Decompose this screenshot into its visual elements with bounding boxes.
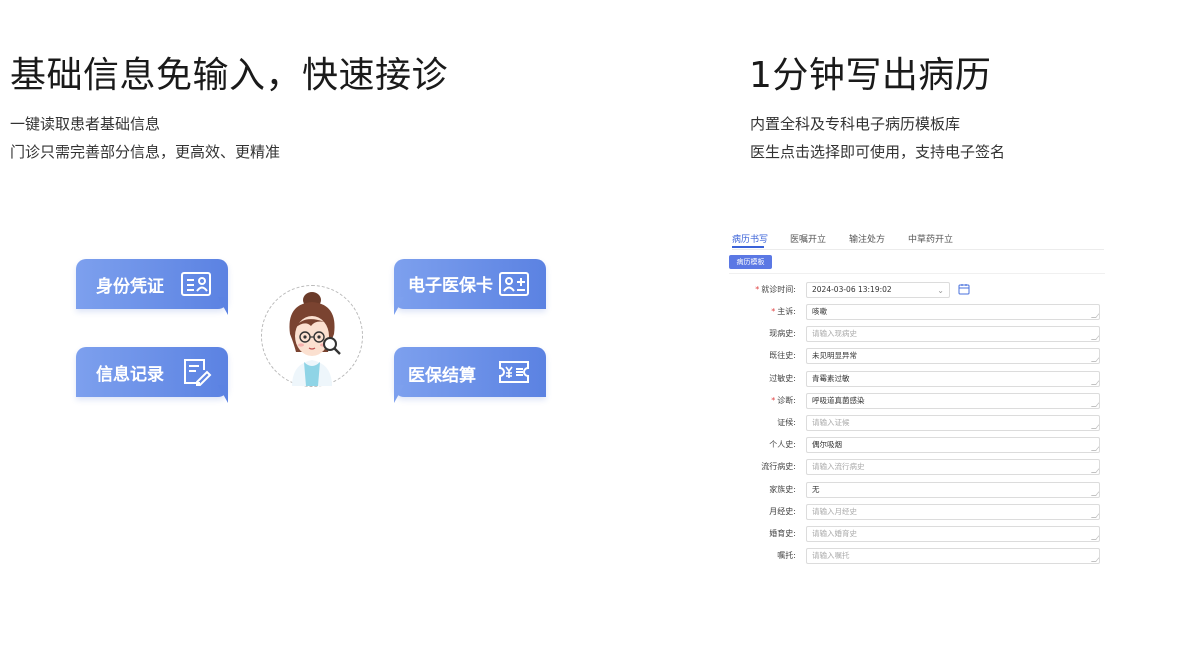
resize-grip-icon[interactable] [1090,557,1099,563]
right-desc-line-2: 医生点击选择即可使用，支持电子签名 [750,143,1006,161]
field-label: * 诊断: [771,395,796,405]
resize-grip-icon[interactable] [1090,335,1099,341]
ticket-yen-icon [498,358,530,386]
card-info-record: 信息记录 [76,347,228,405]
right-heading: 1分钟写出病历 [749,55,992,96]
field-label: 过敏史: [769,373,796,383]
active-tab-indicator [732,246,764,248]
card-label: 信息记录 [96,365,164,385]
field-label: * 主诉: [771,307,796,316]
divider [729,273,1105,274]
id-card-icon [180,270,212,298]
resize-grip-icon[interactable] [1090,512,1099,518]
doctor-illustration-icon [289,292,341,386]
field-textarea[interactable]: 请输入嘱托 [806,548,1100,565]
resize-grip-icon[interactable] [1090,357,1099,363]
field-label: 流行病史: [761,462,796,472]
visit-time-row: * 就诊时间: 2024-03-06 13:19:02 ⌄ [740,282,1102,298]
field-textarea[interactable]: 请输入婚育史 [806,526,1100,542]
record-tabs: 病历书写 医嘱开立 输注处方 中草药开立 [732,232,1104,250]
card-label: 身份凭证 [96,277,164,297]
card-e-insurance: 电子医保卡 [394,259,546,317]
insurance-card-icon [498,270,530,298]
chevron-down-icon: ⌄ [937,286,944,295]
card-label: 医保结算 [408,366,476,386]
form-row: 个人史: 偶尔吸烟 [740,437,1102,454]
form-row: 过敏史: 青霉素过敏 [740,370,1102,387]
resize-grip-icon[interactable] [1090,379,1099,385]
field-textarea[interactable]: 请输入月经史 [806,503,1100,520]
field-textarea[interactable]: 请输入流行病史 [806,459,1100,476]
left-desc-line-1: 一键读取患者基础信息 [10,115,161,133]
resize-grip-icon[interactable] [1090,424,1099,429]
tab-orders[interactable]: 医嘱开立 [790,232,826,245]
template-button[interactable]: 病历模板 [729,255,772,269]
field-textarea[interactable]: 咳嗽 [806,304,1100,320]
resize-grip-icon[interactable] [1090,490,1099,496]
field-label: 证候: [777,418,796,427]
form-row: 婚育史: 请输入婚育史 [740,526,1102,542]
right-desc-line-1: 内置全科及专科电子病历模板库 [750,115,961,133]
edit-record-icon [180,358,212,386]
form-row: 家族史: 无 [740,481,1102,498]
field-textarea[interactable]: 未见明显异常 [806,348,1100,365]
field-label: 月经史: [769,506,796,516]
field-label: 嘱托: [777,551,796,561]
field-textarea[interactable]: 青霉素过敏 [806,370,1100,387]
resize-grip-icon[interactable] [1090,468,1099,474]
resize-grip-icon[interactable] [1090,535,1099,540]
field-textarea[interactable]: 偶尔吸烟 [806,437,1100,454]
field-label: 个人史: [769,440,796,450]
form-row: 流行病史: 请输入流行病史 [740,459,1102,476]
field-label: 现病史: [769,329,796,339]
card-label: 电子医保卡 [408,276,493,296]
form-row: 既往史: 未见明显异常 [740,348,1102,365]
left-desc-line-2: 门诊只需完善部分信息，更高效、更精准 [10,143,281,161]
tab-medical-record[interactable]: 病历书写 [732,232,768,245]
visit-time-picker[interactable]: 2024-03-06 13:19:02 ⌄ [806,282,950,298]
doctor-avatar [261,285,363,387]
resize-grip-icon[interactable] [1090,446,1099,452]
tab-infusion[interactable]: 输注处方 [849,232,885,245]
visit-time-label: * 就诊时间: [755,285,796,294]
field-label: 家族史: [769,484,796,494]
field-label: 婚育史: [769,529,796,538]
calendar-icon[interactable] [958,283,970,295]
form-row: * 主诉: 咳嗽 [740,304,1102,320]
form-row: 现病史: 请输入现病史 [740,326,1102,343]
card-id-credential: 身份凭证 [76,259,228,317]
field-textarea[interactable]: 无 [806,481,1100,498]
field-textarea[interactable]: 请输入证候 [806,415,1100,431]
field-textarea[interactable]: 请输入现病史 [806,326,1100,343]
card-insurance-settlement: 医保结算 [394,347,546,405]
field-textarea[interactable]: 呼吸道真菌感染 [806,392,1100,409]
form-row: 嘱托: 请输入嘱托 [740,548,1102,565]
form-row: * 诊断: 呼吸道真菌感染 [740,392,1102,409]
form-row: 月经史: 请输入月经史 [740,503,1102,520]
form-row: 证候: 请输入证候 [740,415,1102,431]
tab-herbal[interactable]: 中草药开立 [908,232,953,245]
resize-grip-icon[interactable] [1090,313,1099,318]
field-label: 既往史: [769,351,796,361]
left-heading: 基础信息免输入，快速接诊 [10,55,449,96]
resize-grip-icon[interactable] [1090,401,1099,407]
